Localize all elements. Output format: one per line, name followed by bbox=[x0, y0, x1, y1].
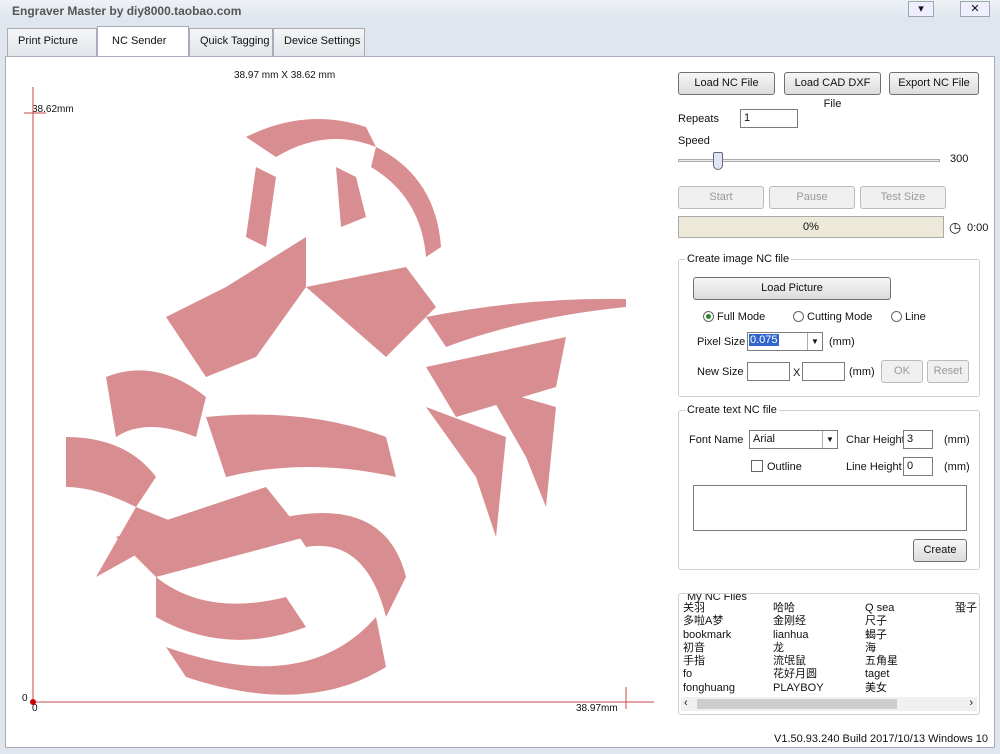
line-mode-radio[interactable]: Line bbox=[891, 311, 926, 323]
nc-file-item[interactable]: 哈哈 bbox=[773, 602, 824, 615]
repeats-label: Repeats bbox=[678, 113, 719, 125]
tab-nc-sender[interactable]: NC Sender bbox=[97, 26, 189, 57]
close-icon[interactable]: ✕ bbox=[960, 1, 990, 17]
nc-sender-panel: 38.97 mm X 38.62 mm 38.62mm 0 0 38.97mm … bbox=[5, 56, 995, 748]
text-nc-title: Create text NC file bbox=[685, 404, 779, 416]
chevron-down-icon: ▼ bbox=[822, 431, 837, 448]
new-height-input[interactable] bbox=[802, 362, 845, 381]
create-button[interactable]: Create bbox=[913, 539, 967, 562]
speed-value: 300 bbox=[950, 153, 969, 165]
load-cad-dxf-button[interactable]: Load CAD DXF File bbox=[784, 72, 881, 110]
clock-icon: ◷ bbox=[949, 219, 962, 235]
title-bar: Engraver Master by diy8000.taobao.com ▾ … bbox=[0, 0, 1000, 22]
nc-file-item[interactable]: 美女 bbox=[865, 682, 898, 695]
nc-file-item[interactable]: 蛩子 bbox=[955, 602, 977, 615]
line-height-label: Line Height bbox=[846, 461, 902, 473]
scroll-right-icon: › bbox=[969, 697, 973, 709]
line-height-input[interactable]: 0 bbox=[903, 457, 933, 476]
chevron-down-icon: ▼ bbox=[807, 333, 822, 350]
nc-file-item[interactable]: bookmark bbox=[683, 629, 735, 642]
nc-file-item[interactable]: 多啦A梦 bbox=[683, 615, 735, 628]
tab-device-settings[interactable]: Device Settings bbox=[273, 28, 365, 56]
scroll-left-icon: ‹ bbox=[684, 697, 688, 709]
pause-button[interactable]: Pause bbox=[769, 186, 855, 209]
nc-file-item[interactable]: 海 bbox=[865, 642, 898, 655]
nc-file-item[interactable]: taget bbox=[865, 668, 898, 681]
tab-print-picture[interactable]: Print Picture bbox=[7, 28, 97, 56]
progress-bar: 0% bbox=[678, 216, 944, 238]
cutting-mode-radio[interactable]: Cutting Mode bbox=[793, 311, 872, 323]
preview-canvas[interactable]: 38.97 mm X 38.62 mm 38.62mm 0 0 38.97mm bbox=[6, 57, 666, 749]
elapsed-time: 0:00 bbox=[967, 222, 989, 234]
image-nc-group: Create image NC file Load Picture Full M… bbox=[678, 253, 980, 397]
nc-file-item[interactable]: 关羽 bbox=[683, 602, 735, 615]
nc-file-item[interactable]: 花好月圆 bbox=[773, 668, 824, 681]
ok-button[interactable]: OK bbox=[881, 360, 923, 383]
version-label: V1.50.93.240 Build 2017/10/13 Windows 10 bbox=[774, 733, 989, 745]
new-width-input[interactable] bbox=[747, 362, 790, 381]
nc-file-item[interactable]: 初音 bbox=[683, 642, 735, 655]
speed-slider-thumb[interactable] bbox=[713, 152, 723, 170]
text-nc-group: Create text NC file Font Name Arial ▼ Cha… bbox=[678, 404, 980, 570]
nc-file-item[interactable]: 龙 bbox=[773, 642, 824, 655]
outline-checkbox[interactable]: Outline bbox=[751, 460, 802, 473]
tab-quick-tagging[interactable]: Quick Tagging bbox=[189, 28, 273, 56]
horizontal-scrollbar[interactable]: ‹ › bbox=[681, 697, 977, 711]
load-picture-button[interactable]: Load Picture bbox=[693, 277, 891, 300]
pixel-size-select[interactable]: 0.075 ▼ bbox=[747, 332, 823, 351]
speed-label: Speed bbox=[678, 135, 710, 147]
char-height-input[interactable]: 3 bbox=[903, 430, 933, 449]
image-nc-title: Create image NC file bbox=[685, 253, 792, 265]
reset-button[interactable]: Reset bbox=[927, 360, 969, 383]
size-x-label: X bbox=[793, 367, 801, 379]
export-nc-file-button[interactable]: Export NC File bbox=[889, 72, 979, 95]
nc-file-item[interactable]: 尺子 bbox=[865, 615, 898, 628]
pixel-size-unit: (mm) bbox=[829, 336, 855, 348]
nc-file-item[interactable]: fonghuang bbox=[683, 682, 735, 695]
new-size-label: New Size bbox=[697, 366, 744, 378]
char-height-unit: (mm) bbox=[944, 434, 970, 446]
dropdown-icon[interactable]: ▾ bbox=[908, 1, 934, 17]
line-height-unit: (mm) bbox=[944, 461, 970, 473]
window-title: Engraver Master by diy8000.taobao.com bbox=[12, 4, 242, 18]
nc-file-item[interactable]: 流氓鼠 bbox=[773, 655, 824, 668]
nc-files-group: My NC Files 关羽 多啦A梦 bookmark 初音 手指 fo fonghuan… bbox=[678, 593, 980, 715]
nc-file-item[interactable]: fo bbox=[683, 668, 735, 681]
repeats-input[interactable]: 1 bbox=[740, 109, 798, 128]
nc-file-item[interactable]: PLAYBOY bbox=[773, 682, 824, 695]
font-name-label: Font Name bbox=[689, 434, 744, 446]
test-size-button[interactable]: Test Size bbox=[860, 186, 946, 209]
nc-file-item[interactable]: lianhua bbox=[773, 629, 824, 642]
nc-file-item[interactable]: 手指 bbox=[683, 655, 735, 668]
font-select[interactable]: Arial ▼ bbox=[749, 430, 838, 449]
nc-file-item[interactable]: 蝎子 bbox=[865, 629, 898, 642]
char-height-label: Char Height bbox=[846, 434, 905, 446]
engraving-image bbox=[24, 87, 654, 709]
new-size-unit: (mm) bbox=[849, 366, 875, 378]
full-mode-radio[interactable]: Full Mode bbox=[703, 311, 765, 323]
pixel-size-label: Pixel Size bbox=[697, 336, 746, 348]
scrollbar-thumb[interactable] bbox=[697, 699, 897, 709]
load-nc-file-button[interactable]: Load NC File bbox=[678, 72, 775, 95]
text-input[interactable] bbox=[693, 485, 967, 531]
nc-file-item[interactable]: 金刚经 bbox=[773, 615, 824, 628]
start-button[interactable]: Start bbox=[678, 186, 764, 209]
nc-file-item[interactable]: Q sea bbox=[865, 602, 898, 615]
nc-file-item[interactable]: 五角星 bbox=[865, 655, 898, 668]
